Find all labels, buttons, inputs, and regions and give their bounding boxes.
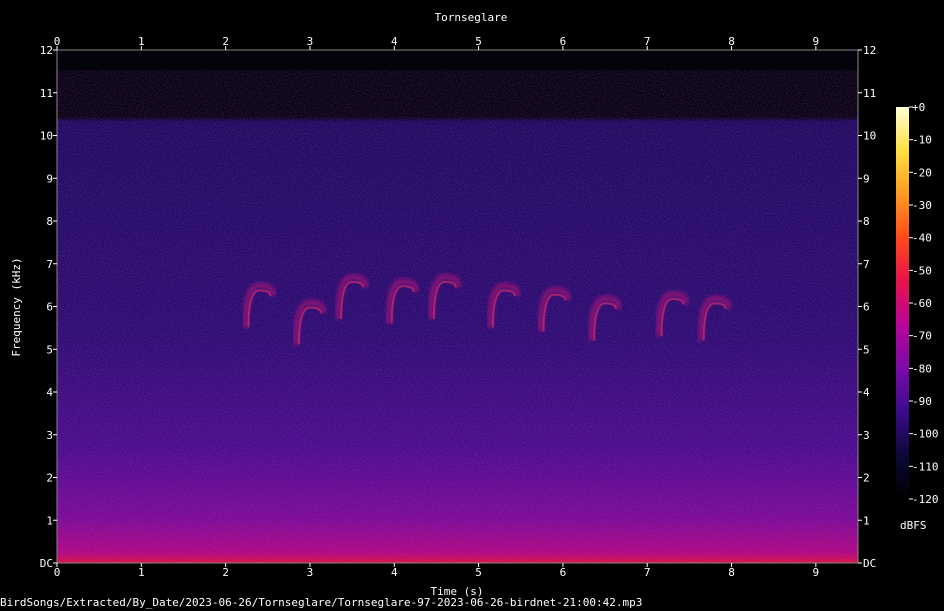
y-tick-label: 12 bbox=[40, 44, 53, 57]
y-tick-label-right: 10 bbox=[863, 130, 876, 143]
x-tick-label: 4 bbox=[391, 566, 398, 579]
file-path: BirdSongs/Extracted/By_Date/2023-06-26/T… bbox=[0, 596, 643, 609]
y-tick-label: 2 bbox=[46, 472, 53, 485]
x-tick-label-top: 6 bbox=[560, 35, 567, 48]
x-tick-label: 3 bbox=[307, 566, 314, 579]
x-tick-label: 1 bbox=[138, 566, 145, 579]
y-tick-label: 5 bbox=[46, 343, 53, 356]
x-tick-label: 9 bbox=[813, 566, 820, 579]
x-axis-top: 0 1 2 3 4 5 6 7 8 9 bbox=[54, 35, 819, 50]
y-axis-left: DC123456789101112 bbox=[40, 44, 57, 570]
colorbar-tick-label: -10 bbox=[912, 134, 932, 147]
colorbar-tick-label: -100 bbox=[912, 428, 939, 441]
x-tick-label: 2 bbox=[222, 566, 229, 579]
x-tick-label-top: 8 bbox=[728, 35, 735, 48]
x-tick-label-top: 1 bbox=[138, 35, 145, 48]
y-tick-label: 6 bbox=[46, 301, 53, 314]
colorbar-gradient bbox=[896, 107, 909, 499]
x-tick-label-top: 2 bbox=[222, 35, 229, 48]
y-tick-label-right: 6 bbox=[863, 301, 870, 314]
spectrogram-noise bbox=[57, 70, 858, 563]
y-tick-label-right: 7 bbox=[863, 258, 870, 271]
y-tick-label-right: DC bbox=[863, 557, 876, 570]
x-tick-label: 7 bbox=[644, 566, 651, 579]
x-tick-label-top: 3 bbox=[307, 35, 314, 48]
y-tick-label: 3 bbox=[46, 429, 53, 442]
y-tick-label-right: 8 bbox=[863, 215, 870, 228]
x-tick-label-top: 4 bbox=[391, 35, 398, 48]
x-tick-label-top: 0 bbox=[54, 35, 61, 48]
x-tick-label-top: 9 bbox=[813, 35, 820, 48]
plot-area bbox=[56, 49, 859, 564]
y-tick-label: 11 bbox=[40, 87, 53, 100]
colorbar-tick-label: -110 bbox=[912, 460, 939, 473]
colorbar-tick-label: -90 bbox=[912, 395, 932, 408]
colorbar-tick-label: -20 bbox=[912, 166, 932, 179]
colorbar: +0 -10 -20 -30 -40 -50 -60 -70 -80 -90 -100 -110 -12… bbox=[896, 101, 939, 532]
x-axis-bottom: 0 1 2 3 4 5 6 7 8 9 bbox=[54, 563, 819, 579]
colorbar-tick-label: -70 bbox=[912, 330, 932, 343]
y-tick-label-right: 11 bbox=[863, 87, 876, 100]
y-tick-label-right: 4 bbox=[863, 386, 870, 399]
x-tick-label: 8 bbox=[728, 566, 735, 579]
y-axis-label: Frequency (kHz) bbox=[10, 257, 23, 356]
colorbar-label: dBFS bbox=[900, 519, 927, 532]
colorbar-tick-label: -50 bbox=[912, 264, 932, 277]
y-tick-label-right: 2 bbox=[863, 472, 870, 485]
x-tick-label: 0 bbox=[54, 566, 61, 579]
y-tick-label: 4 bbox=[46, 386, 53, 399]
y-tick-label: 8 bbox=[46, 215, 53, 228]
x-tick-label-top: 5 bbox=[475, 35, 482, 48]
y-tick-label: 7 bbox=[46, 258, 53, 271]
y-tick-label-right: 3 bbox=[863, 429, 870, 442]
y-tick-label-right: 1 bbox=[863, 514, 870, 527]
colorbar-tick-label: -30 bbox=[912, 199, 932, 212]
colorbar-tick-label: -60 bbox=[912, 297, 932, 310]
x-tick-label: 5 bbox=[475, 566, 482, 579]
y-tick-label: 1 bbox=[46, 514, 53, 527]
y-tick-label: 9 bbox=[46, 172, 53, 185]
spectrogram-chart: Tornseglare 0123456789 0123456789 DC1234… bbox=[10, 11, 939, 598]
y-tick-label: 10 bbox=[40, 130, 53, 143]
y-tick-label-right: 12 bbox=[863, 44, 876, 57]
x-tick-label-top: 7 bbox=[644, 35, 651, 48]
y-tick-label-right: 9 bbox=[863, 172, 870, 185]
y-tick-label: DC bbox=[40, 557, 53, 570]
colorbar-tick-label: -120 bbox=[912, 493, 939, 506]
colorbar-ticks: +0 -10 -20 -30 -40 -50 -60 -70 -80 -90 -100 -110 -12… bbox=[909, 101, 939, 506]
colorbar-tick-label: +0 bbox=[912, 101, 925, 114]
colorbar-tick-label: -80 bbox=[912, 362, 932, 375]
chart-title: Tornseglare bbox=[435, 11, 508, 24]
x-tick-label: 6 bbox=[560, 566, 567, 579]
y-axis-right: DC123456789101112 bbox=[858, 44, 876, 570]
colorbar-tick-label: -40 bbox=[912, 232, 932, 245]
y-tick-label-right: 5 bbox=[863, 343, 870, 356]
